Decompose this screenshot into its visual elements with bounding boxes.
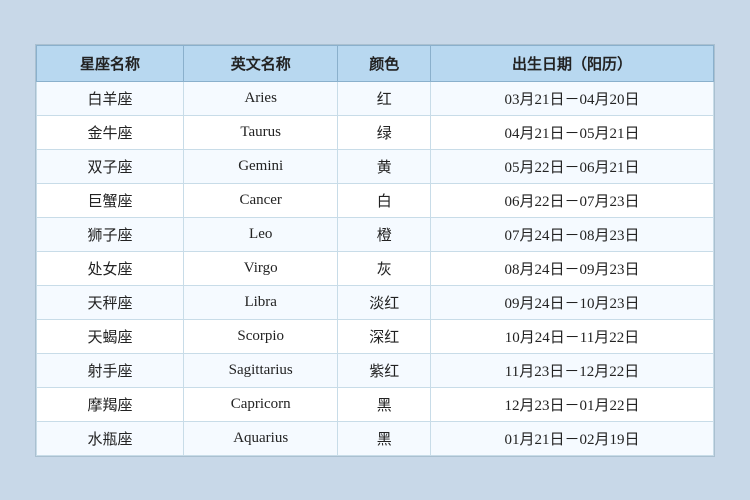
cell-color: 红 [338, 81, 431, 115]
cell-english-name: Sagittarius [183, 353, 337, 387]
table-header-row: 星座名称 英文名称 颜色 出生日期（阳历） [37, 45, 714, 81]
cell-english-name: Cancer [183, 183, 337, 217]
table-row: 水瓶座Aquarius黑01月21日－02月19日 [37, 421, 714, 455]
table-row: 天秤座Libra淡红09月24日－10月23日 [37, 285, 714, 319]
cell-color: 紫红 [338, 353, 431, 387]
cell-english-name: Capricorn [183, 387, 337, 421]
cell-dates: 03月21日－04月20日 [430, 81, 713, 115]
header-english-name: 英文名称 [183, 45, 337, 81]
cell-color: 黑 [338, 421, 431, 455]
cell-color: 橙 [338, 217, 431, 251]
cell-dates: 04月21日－05月21日 [430, 115, 713, 149]
cell-english-name: Virgo [183, 251, 337, 285]
table-row: 处女座Virgo灰08月24日－09月23日 [37, 251, 714, 285]
cell-chinese-name: 双子座 [37, 149, 184, 183]
table-row: 摩羯座Capricorn黑12月23日－01月22日 [37, 387, 714, 421]
cell-english-name: Aries [183, 81, 337, 115]
cell-color: 绿 [338, 115, 431, 149]
cell-english-name: Taurus [183, 115, 337, 149]
cell-chinese-name: 天秤座 [37, 285, 184, 319]
cell-dates: 01月21日－02月19日 [430, 421, 713, 455]
header-color: 颜色 [338, 45, 431, 81]
table-row: 巨蟹座Cancer白06月22日－07月23日 [37, 183, 714, 217]
cell-english-name: Gemini [183, 149, 337, 183]
cell-chinese-name: 白羊座 [37, 81, 184, 115]
cell-dates: 10月24日－11月22日 [430, 319, 713, 353]
cell-dates: 08月24日－09月23日 [430, 251, 713, 285]
table-row: 天蝎座Scorpio深红10月24日－11月22日 [37, 319, 714, 353]
cell-chinese-name: 处女座 [37, 251, 184, 285]
cell-dates: 12月23日－01月22日 [430, 387, 713, 421]
cell-english-name: Scorpio [183, 319, 337, 353]
zodiac-table-wrapper: 星座名称 英文名称 颜色 出生日期（阳历） 白羊座Aries红03月21日－04… [35, 44, 715, 457]
table-row: 双子座Gemini黄05月22日－06月21日 [37, 149, 714, 183]
cell-chinese-name: 天蝎座 [37, 319, 184, 353]
cell-dates: 11月23日－12月22日 [430, 353, 713, 387]
header-chinese-name: 星座名称 [37, 45, 184, 81]
cell-color: 灰 [338, 251, 431, 285]
cell-color: 深红 [338, 319, 431, 353]
cell-chinese-name: 摩羯座 [37, 387, 184, 421]
cell-english-name: Libra [183, 285, 337, 319]
cell-dates: 09月24日－10月23日 [430, 285, 713, 319]
cell-chinese-name: 狮子座 [37, 217, 184, 251]
table-body: 白羊座Aries红03月21日－04月20日金牛座Taurus绿04月21日－0… [37, 81, 714, 455]
table-row: 射手座Sagittarius紫红11月23日－12月22日 [37, 353, 714, 387]
cell-dates: 07月24日－08月23日 [430, 217, 713, 251]
table-row: 狮子座Leo橙07月24日－08月23日 [37, 217, 714, 251]
cell-english-name: Aquarius [183, 421, 337, 455]
zodiac-table: 星座名称 英文名称 颜色 出生日期（阳历） 白羊座Aries红03月21日－04… [36, 45, 714, 456]
table-row: 白羊座Aries红03月21日－04月20日 [37, 81, 714, 115]
cell-color: 白 [338, 183, 431, 217]
header-dates: 出生日期（阳历） [430, 45, 713, 81]
cell-color: 淡红 [338, 285, 431, 319]
cell-dates: 06月22日－07月23日 [430, 183, 713, 217]
cell-english-name: Leo [183, 217, 337, 251]
cell-dates: 05月22日－06月21日 [430, 149, 713, 183]
cell-color: 黄 [338, 149, 431, 183]
table-row: 金牛座Taurus绿04月21日－05月21日 [37, 115, 714, 149]
cell-color: 黑 [338, 387, 431, 421]
cell-chinese-name: 射手座 [37, 353, 184, 387]
cell-chinese-name: 金牛座 [37, 115, 184, 149]
cell-chinese-name: 水瓶座 [37, 421, 184, 455]
cell-chinese-name: 巨蟹座 [37, 183, 184, 217]
